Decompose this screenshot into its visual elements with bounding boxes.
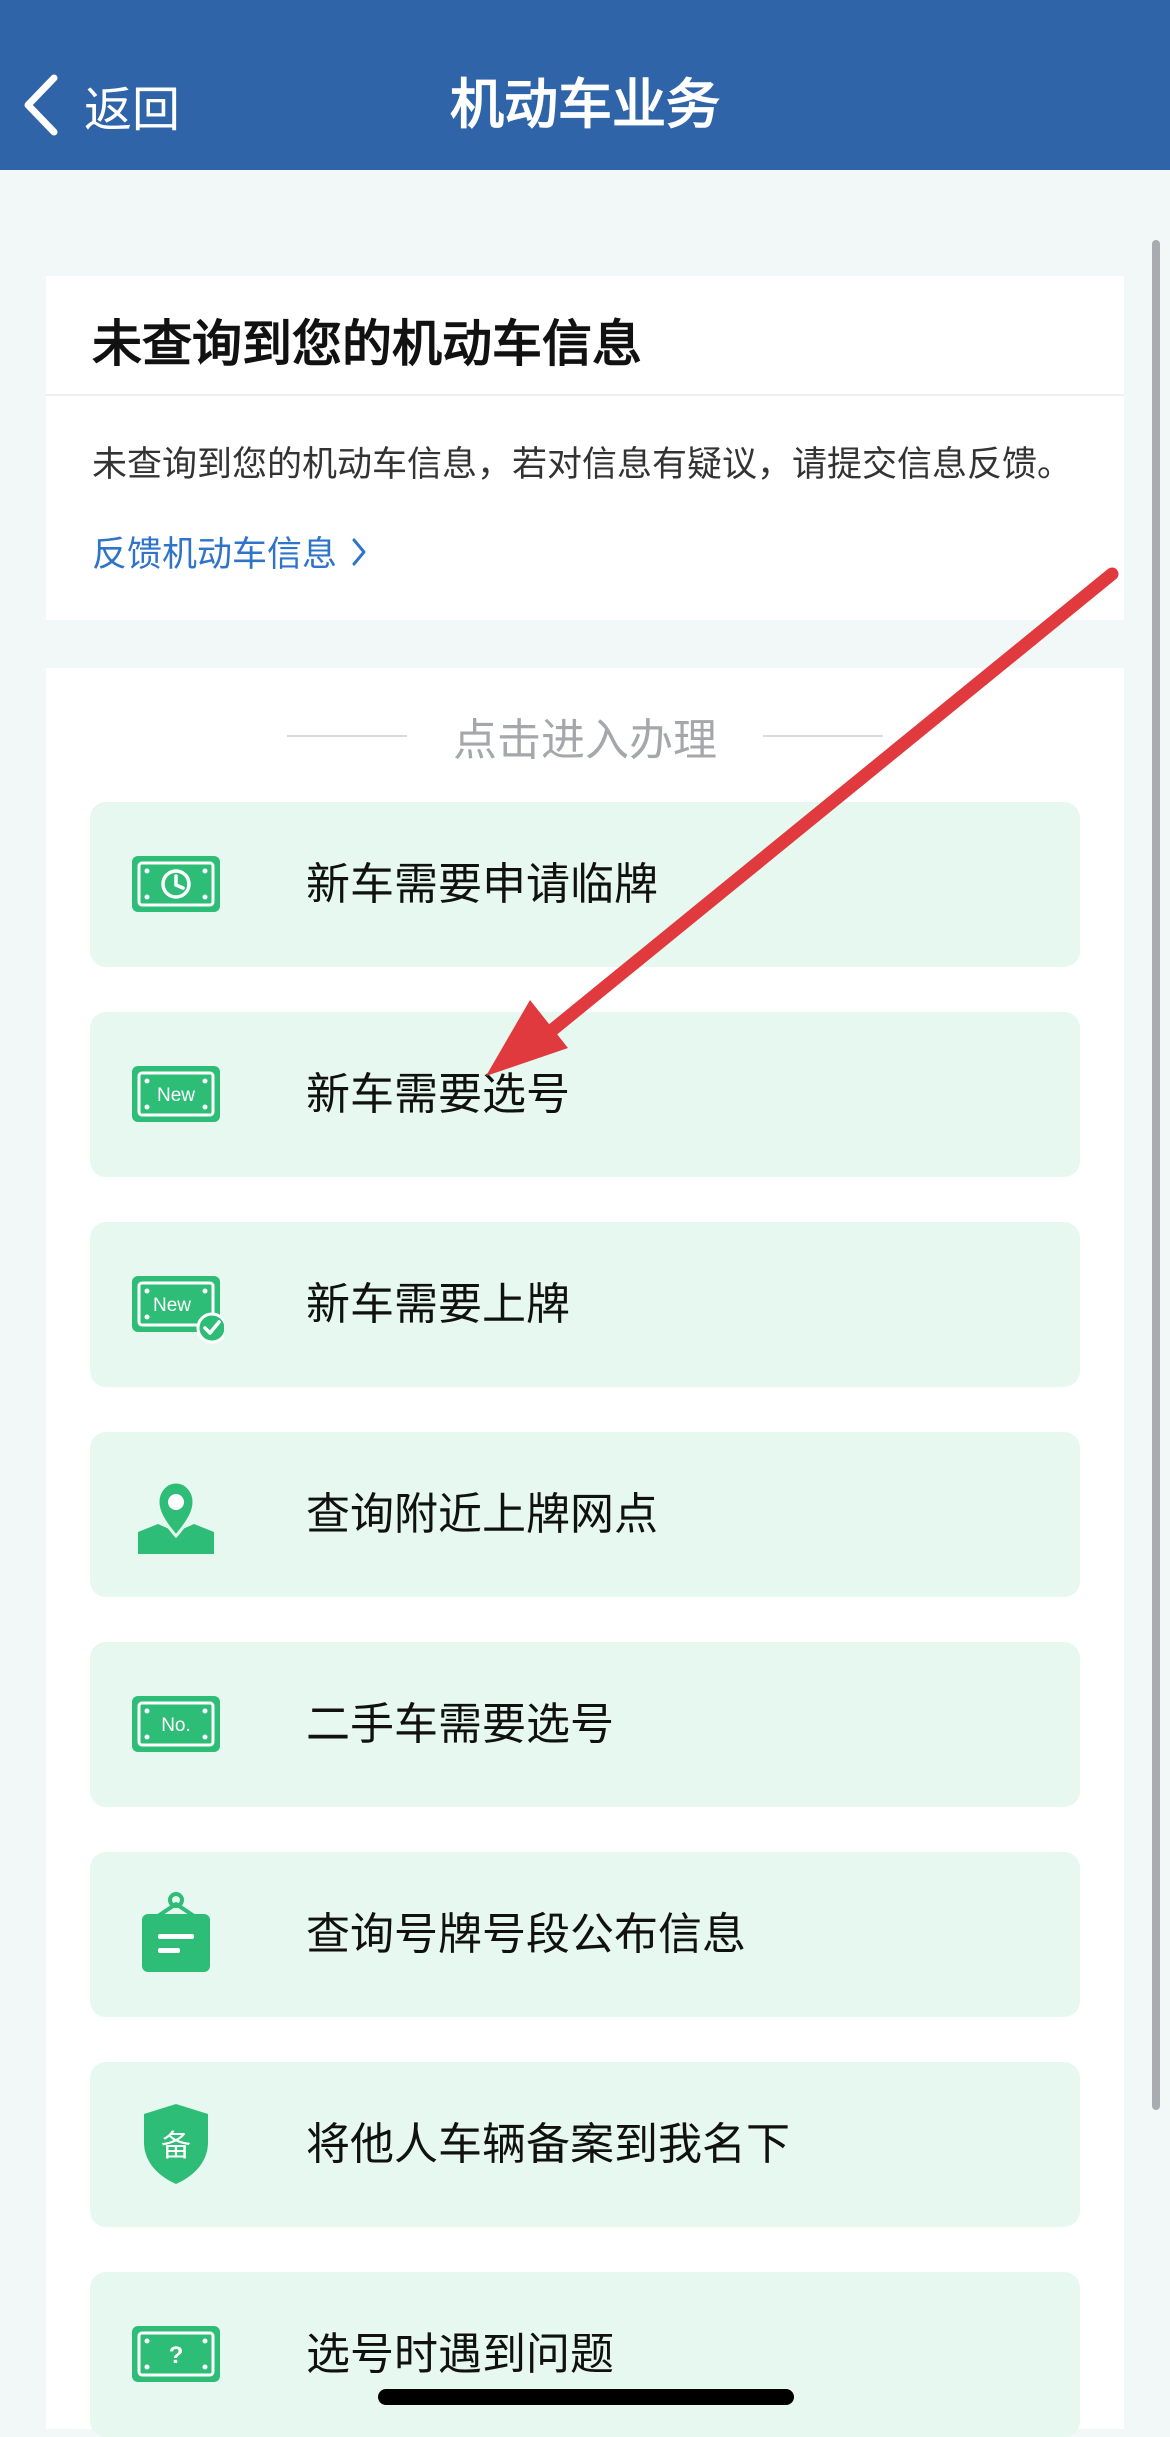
navigation-bar: 返回 机动车业务 — [0, 0, 1170, 170]
service-item-new-car-number[interactable]: New 新车需要选号 — [90, 1012, 1080, 1177]
service-item-nearby-outlets[interactable]: 查询附近上牌网点 — [90, 1432, 1080, 1597]
shield-badge-text: 备 — [161, 2129, 191, 2164]
service-item-label: 选号时遇到问题 — [306, 2329, 614, 2380]
section-header: 点击进入办理 — [46, 706, 1124, 766]
service-item-number-segment-info[interactable]: 查询号牌号段公布信息 — [90, 1852, 1080, 2017]
bulletin-board-icon — [142, 1892, 210, 1972]
plate-badge-text: New — [153, 1295, 191, 1316]
page-title: 机动车业务 — [450, 73, 720, 136]
home-indicator — [378, 2389, 794, 2405]
feedback-link[interactable]: 反馈机动车信息 — [92, 526, 367, 577]
service-item-label: 将他人车辆备案到我名下 — [306, 2119, 790, 2170]
service-item-record-vehicle[interactable]: 备 将他人车辆备案到我名下 — [90, 2062, 1080, 2227]
service-item-number-problem[interactable]: ? 选号时遇到问题 — [90, 2272, 1080, 2437]
scrollbar[interactable] — [1152, 240, 1160, 2110]
temporary-plate-clock-icon — [132, 856, 220, 912]
service-item-used-car-number[interactable]: No. 二手车需要选号 — [90, 1642, 1080, 1807]
service-item-label: 查询附近上牌网点 — [306, 1489, 658, 1540]
service-item-label: 二手车需要选号 — [306, 1699, 614, 1750]
plate-badge-text: New — [157, 1085, 195, 1106]
section-title: 点击进入办理 — [453, 715, 717, 766]
divider — [46, 394, 1124, 396]
info-description: 未查询到您的机动车信息，若对信息有疑议，请提交信息反馈。 — [92, 445, 1073, 485]
new-plate-check-icon: New — [132, 1276, 224, 1344]
feedback-link-label: 反馈机动车信息 — [92, 535, 338, 575]
service-item-label: 查询号牌号段公布信息 — [306, 1909, 746, 1960]
shield-record-icon: 备 — [144, 2104, 208, 2184]
plate-badge-text: No. — [161, 1715, 191, 1736]
service-item-temporary-plate[interactable]: 新车需要申请临牌 — [90, 802, 1080, 967]
info-title: 未查询到您的机动车信息 — [92, 315, 642, 373]
section-divider-left — [287, 735, 407, 737]
service-item-new-car-register[interactable]: New 新车需要上牌 — [90, 1222, 1080, 1387]
service-list-card: 点击进入办理 新车需要申请临牌 New 新车需要选号 New 新车需要上牌 查询… — [46, 668, 1124, 2437]
plate-badge-text: ? — [169, 2342, 184, 2369]
number-plate-icon: No. — [132, 1696, 220, 1752]
section-divider-right — [763, 735, 883, 737]
new-plate-icon: New — [132, 1066, 220, 1122]
service-item-label: 新车需要选号 — [306, 1069, 570, 1120]
location-pin-icon — [138, 1480, 214, 1554]
service-item-label: 新车需要上牌 — [306, 1279, 570, 1330]
question-plate-icon: ? — [132, 2326, 220, 2382]
service-item-label: 新车需要申请临牌 — [306, 859, 658, 910]
vehicle-info-card: 未查询到您的机动车信息 未查询到您的机动车信息，若对信息有疑议，请提交信息反馈。… — [46, 276, 1124, 620]
chevron-right-icon — [352, 538, 366, 565]
